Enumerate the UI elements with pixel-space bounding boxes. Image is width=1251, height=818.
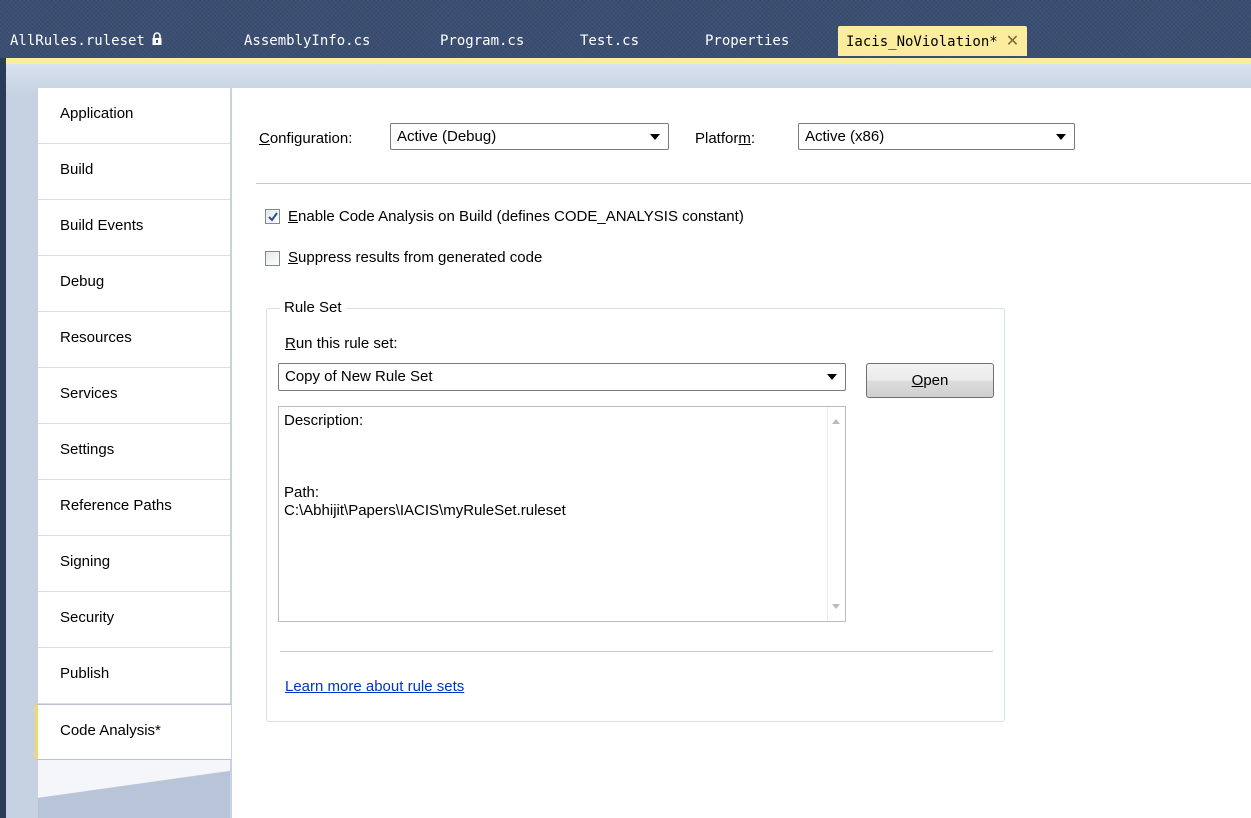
platform-label-post: : [750, 130, 756, 147]
sidebar-item-label: Signing [60, 553, 111, 570]
divider [256, 183, 1251, 184]
sidebar-item-signing[interactable]: Signing [38, 536, 230, 592]
platform-dropdown[interactable]: Active (x86) [798, 123, 1075, 150]
sidebar-item-label: Resources [60, 329, 132, 346]
scroll-down-arrow-icon[interactable] [832, 604, 840, 609]
run-accel-key: R [285, 335, 296, 352]
sidebar-item-label: Application [60, 105, 134, 122]
doc-tab-label: Test.cs [580, 33, 640, 49]
scroll-up-arrow-icon[interactable] [832, 419, 840, 424]
configuration-dropdown[interactable]: Active (Debug) [390, 123, 669, 150]
sidebar-item-label: Services [60, 385, 118, 402]
configuration-value: Active (Debug) [397, 128, 497, 145]
rule-set-value: Copy of New Rule Set [285, 368, 433, 385]
document-tab-strip: AllRules.ruleset AssemblyInfo.cs Program… [0, 0, 1251, 58]
doc-tab-properties[interactable]: Properties [705, 26, 789, 56]
sidebar-item-label: Code Analysis* [60, 722, 161, 739]
enable-code-analysis-checkbox[interactable] [265, 209, 280, 224]
sidebar-item-label: Publish [60, 665, 110, 682]
chevron-down-icon [827, 374, 837, 380]
doc-tab-test[interactable]: Test.cs [580, 26, 639, 56]
chevron-down-icon [650, 134, 660, 140]
doc-tab-label: Iacis_NoViolation* [846, 34, 998, 50]
enable-accel-key: E [288, 208, 299, 225]
code-analysis-page: Configuration: Active (Debug) Platform: … [232, 88, 1251, 818]
suppress-generated-label[interactable]: Suppress results from generated code [288, 249, 542, 266]
sidebar-item-label: Settings [60, 441, 115, 458]
path-value: C:\Abhijit\Papers\IACIS\myRuleSet.rulese… [284, 502, 566, 519]
path-label: Path: [284, 484, 320, 501]
suppress-label-text: uppress results from generated code [298, 249, 543, 266]
learn-more-link[interactable]: Learn more about rule sets [285, 678, 464, 695]
sidebar-item-application[interactable]: Application [38, 88, 230, 144]
doc-tab-iacis-noviolation[interactable]: Iacis_NoViolation* ✕ [838, 26, 1028, 56]
configuration-label-text: onfiguration: [269, 130, 353, 147]
suppress-generated-checkbox[interactable] [265, 251, 280, 266]
doc-tab-label: AssemblyInfo.cs [244, 33, 371, 49]
doc-tab-assemblyinfo[interactable]: AssemblyInfo.cs [244, 26, 370, 56]
lock-icon [151, 27, 163, 57]
checkmark-icon [268, 212, 278, 222]
sidebar-item-security[interactable]: Security [38, 592, 230, 648]
configuration-label: Configuration: [259, 130, 352, 147]
sidebar-item-settings[interactable]: Settings [38, 424, 230, 480]
open-button[interactable]: Open [866, 363, 994, 398]
platform-label-pre: Platfor [695, 130, 739, 147]
sidebar-item-services[interactable]: Services [38, 368, 230, 424]
sidebar-item-build[interactable]: Build [38, 144, 230, 200]
rule-set-divider [280, 651, 993, 652]
sidebar-item-label: Security [60, 609, 115, 626]
doc-tab-label: Properties [705, 33, 790, 49]
platform-value: Active (x86) [805, 128, 885, 145]
sidebar-item-label: Build [60, 161, 94, 178]
enable-label-text: nable Code Analysis on Build (defines CO… [298, 208, 744, 225]
sidebar-item-label: Reference Paths [60, 497, 172, 514]
sidebar-item-debug[interactable]: Debug [38, 256, 230, 312]
suppress-accel-key: S [288, 249, 299, 266]
sidebar-item-label: Debug [60, 273, 105, 290]
chevron-down-icon [1056, 134, 1066, 140]
platform-accel-key: m [738, 130, 751, 147]
configuration-accel-key: C [259, 130, 270, 147]
rule-set-description-box[interactable]: Description: Path: C:\Abhijit\Papers\IAC… [278, 406, 846, 622]
doc-tab-program[interactable]: Program.cs [440, 26, 524, 56]
enable-code-analysis-label[interactable]: Enable Code Analysis on Build (defines C… [288, 208, 744, 225]
sidebar-item-reference-paths[interactable]: Reference Paths [38, 480, 230, 536]
description-label: Description: [284, 412, 364, 429]
doc-tab-label: AllRules.ruleset [10, 33, 145, 49]
run-rule-set-label: Run this rule set: [285, 335, 398, 352]
run-label-text: un this rule set: [295, 335, 398, 352]
platform-label: Platform: [695, 130, 755, 147]
rule-set-group-title: Rule Set [280, 299, 346, 316]
sidebar-item-publish[interactable]: Publish [38, 648, 230, 704]
sidebar-item-label: Build Events [60, 217, 144, 234]
close-icon[interactable]: ✕ [1006, 26, 1019, 56]
rule-set-dropdown[interactable]: Copy of New Rule Set [278, 363, 846, 391]
open-accel-key: O [911, 372, 924, 389]
sidebar-item-code-analysis[interactable]: Code Analysis* [35, 704, 231, 760]
doc-tab-label: Program.cs [440, 33, 525, 49]
sidebar-item-build-events[interactable]: Build Events [38, 200, 230, 256]
sidebar-tail [38, 760, 230, 818]
sidebar-item-resources[interactable]: Resources [38, 312, 230, 368]
open-label-text: pen [923, 372, 949, 389]
vertical-scrollbar[interactable] [827, 407, 845, 621]
properties-sidebar: Application Build Build Events Debug Res… [35, 88, 231, 818]
doc-tab-allrules[interactable]: AllRules.ruleset [10, 26, 163, 56]
